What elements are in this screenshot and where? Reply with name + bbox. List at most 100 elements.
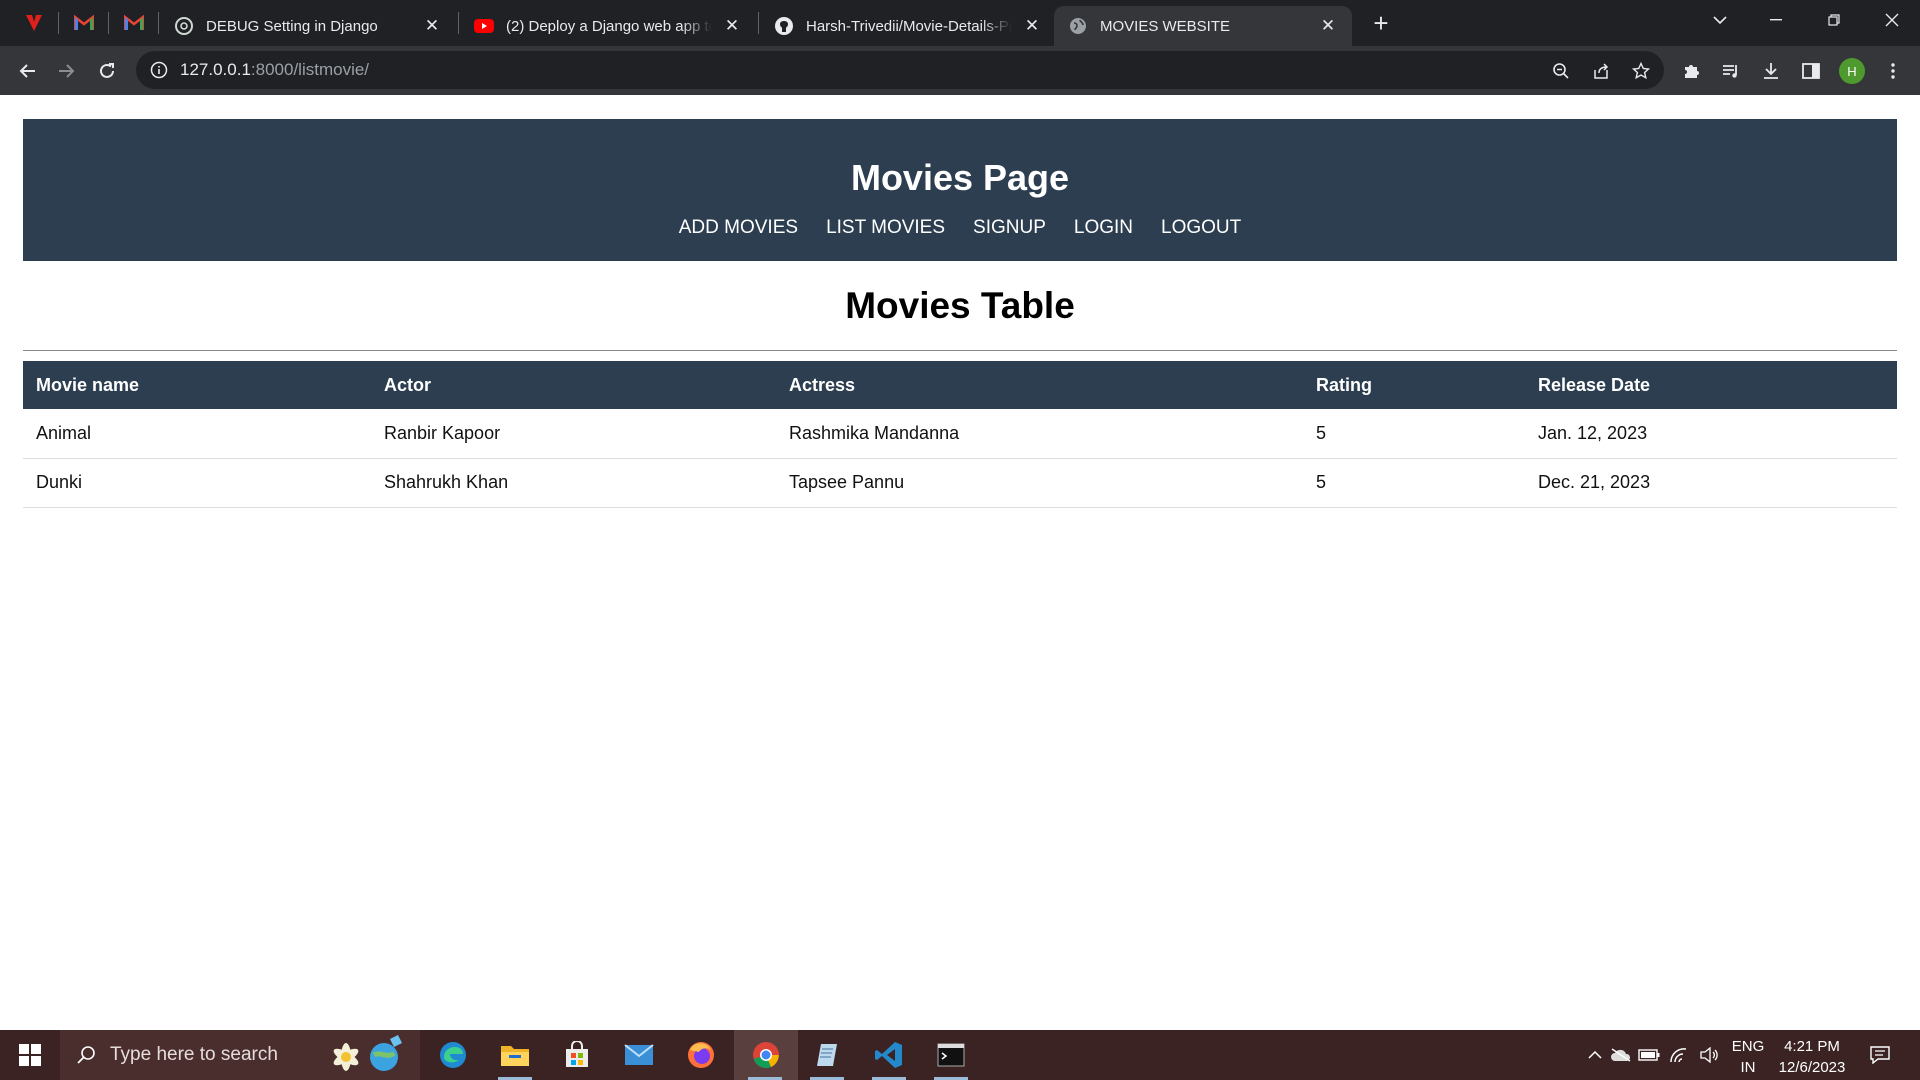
tab-separator xyxy=(158,12,159,34)
tab-title: DEBUG Setting in Django xyxy=(206,17,378,35)
site-title: Movies Page xyxy=(850,157,1070,198)
taskbar-file-explorer[interactable] xyxy=(486,1030,544,1080)
notepad-icon xyxy=(817,1044,837,1066)
red-v-logo-icon xyxy=(26,15,42,31)
reload-icon[interactable] xyxy=(90,54,124,88)
tab-title: (2) Deploy a Django web app to xyxy=(506,17,712,35)
nav-list-movies[interactable]: LIST MOVIES xyxy=(826,217,945,239)
tab-movies-website[interactable]: MOVIES WEBSITE ✕ xyxy=(1054,6,1352,46)
vscode-icon xyxy=(875,1042,902,1068)
taskbar-notepad[interactable] xyxy=(798,1030,856,1080)
onedrive-offline-icon[interactable] xyxy=(1606,1030,1636,1080)
profile-avatar[interactable]: H xyxy=(1839,58,1865,84)
wifi-icon[interactable] xyxy=(1664,1030,1694,1080)
address-url: 127.0.0.1:8000/listmovie/ xyxy=(180,60,369,80)
battery-icon[interactable] xyxy=(1634,1030,1664,1080)
region-code: IN xyxy=(1740,1059,1756,1076)
volume-icon[interactable] xyxy=(1694,1030,1724,1080)
minimize-icon[interactable] xyxy=(1748,0,1804,40)
column-header-actress: Actress xyxy=(776,361,1303,409)
language-indicator[interactable]: ENG IN xyxy=(1724,1036,1772,1078)
tab-github-repo[interactable]: Harsh-Trivedii/Movie-Details-Pro ✕ xyxy=(760,6,1056,46)
close-tab-icon[interactable]: ✕ xyxy=(1318,16,1338,36)
tab-search-chevron-icon[interactable] xyxy=(1692,0,1748,40)
edge-icon xyxy=(440,1042,466,1068)
mail-icon xyxy=(624,1044,654,1065)
firefox-icon xyxy=(688,1042,714,1068)
table-row: Dunki Shahrukh Khan Tapsee Pannu 5 Dec. … xyxy=(23,458,1897,508)
tab-separator xyxy=(58,12,59,34)
zoom-icon[interactable] xyxy=(1546,56,1576,86)
site-header: Movies Page ADD MOVIES LIST MOVIES SIGNU… xyxy=(23,119,1897,261)
cell-actress: Tapsee Pannu xyxy=(776,458,1303,508)
close-tab-icon[interactable]: ✕ xyxy=(1022,16,1042,36)
nav-add-movies[interactable]: ADD MOVIES xyxy=(679,217,798,239)
media-queue-icon[interactable] xyxy=(1716,56,1746,86)
extensions-puzzle-icon[interactable] xyxy=(1676,56,1706,86)
search-highlight-illustration-icon xyxy=(333,1035,402,1071)
back-arrow-icon[interactable] xyxy=(10,54,44,88)
table-row: Animal Ranbir Kapoor Rashmika Mandanna 5… xyxy=(23,409,1897,459)
kebab-menu-icon[interactable] xyxy=(1878,56,1908,86)
tab-deploy-django[interactable]: (2) Deploy a Django web app to ✕ xyxy=(460,6,756,46)
download-icon[interactable] xyxy=(1756,56,1786,86)
nav-logout[interactable]: LOGOUT xyxy=(1161,217,1241,239)
clock-date: 12/6/2023 xyxy=(1778,1059,1846,1076)
taskbar-store[interactable] xyxy=(548,1030,606,1080)
windows-taskbar: Type here to search ENG IN 4:21 PM 12/6/… xyxy=(0,1030,1920,1080)
cell-release-date: Dec. 21, 2023 xyxy=(1525,458,1897,508)
chrome-icon xyxy=(753,1042,779,1068)
cell-actor: Shahrukh Khan xyxy=(371,458,776,508)
column-header-actor: Actor xyxy=(371,361,776,409)
forward-arrow-icon[interactable] xyxy=(50,54,84,88)
bookmark-star-icon[interactable] xyxy=(1626,56,1656,86)
pinned-tab-gmail-2[interactable] xyxy=(114,6,154,40)
share-icon[interactable] xyxy=(1586,56,1616,86)
cell-release-date: Jan. 12, 2023 xyxy=(1525,409,1897,459)
gmail-icon xyxy=(74,15,94,30)
language-code: ENG xyxy=(1731,1038,1765,1055)
taskbar-firefox[interactable] xyxy=(672,1030,730,1080)
browser-toolbar: 127.0.0.1:8000/listmovie/ H xyxy=(0,46,1920,95)
windows-start-icon[interactable] xyxy=(0,1030,60,1080)
page-viewport: Movies Page ADD MOVIES LIST MOVIES SIGNU… xyxy=(0,95,1920,1030)
close-window-icon[interactable] xyxy=(1864,0,1920,40)
tab-separator xyxy=(458,12,459,34)
address-bar[interactable]: 127.0.0.1:8000/listmovie/ xyxy=(136,51,1664,89)
tab-title: Harsh-Trivedii/Movie-Details-Pro xyxy=(806,17,1012,35)
search-placeholder: Type here to search xyxy=(110,1044,278,1065)
nav-signup[interactable]: SIGNUP xyxy=(973,217,1046,239)
globe-icon xyxy=(1068,16,1088,36)
restore-window-icon[interactable] xyxy=(1806,0,1862,40)
tab-title: MOVIES WEBSITE xyxy=(1100,17,1231,35)
taskbar-chrome[interactable] xyxy=(734,1030,798,1080)
pinned-tab-vivaldi[interactable] xyxy=(14,6,54,40)
pinned-tab-gmail-1[interactable] xyxy=(64,6,104,40)
side-panel-icon[interactable] xyxy=(1796,56,1826,86)
nav-login[interactable]: LOGIN xyxy=(1074,217,1133,239)
taskbar-mail[interactable] xyxy=(610,1030,668,1080)
taskbar-edge[interactable] xyxy=(424,1030,482,1080)
close-tab-icon[interactable]: ✕ xyxy=(422,16,442,36)
cell-movie-name: Dunki xyxy=(23,458,371,508)
new-tab-plus-icon[interactable]: + xyxy=(1366,8,1396,38)
taskbar-terminal[interactable] xyxy=(922,1030,980,1080)
youtube-icon xyxy=(474,16,494,36)
tab-debug-setting[interactable]: DEBUG Setting in Django ✕ xyxy=(160,6,456,46)
site-info-icon[interactable] xyxy=(150,61,168,79)
taskbar-vscode[interactable] xyxy=(860,1030,918,1080)
site-nav: ADD MOVIES LIST MOVIES SIGNUP LOGIN LOGO… xyxy=(23,217,1897,239)
search-icon xyxy=(77,1046,95,1064)
folder-icon xyxy=(501,1046,529,1066)
horizontal-rule xyxy=(23,350,1897,351)
table-title: Movies Table xyxy=(845,285,1075,326)
terminal-icon xyxy=(937,1043,965,1067)
notification-center-icon[interactable] xyxy=(1862,1030,1898,1080)
cell-rating: 5 xyxy=(1303,409,1525,459)
close-tab-icon[interactable]: ✕ xyxy=(722,16,742,36)
store-icon xyxy=(566,1041,588,1067)
taskbar-search-box[interactable]: Type here to search xyxy=(60,1030,420,1080)
clock[interactable]: 4:21 PM 12/6/2023 xyxy=(1772,1036,1852,1078)
table-header-row: Movie name Actor Actress Rating Release … xyxy=(23,361,1897,409)
cell-actress: Rashmika Mandanna xyxy=(776,409,1303,459)
